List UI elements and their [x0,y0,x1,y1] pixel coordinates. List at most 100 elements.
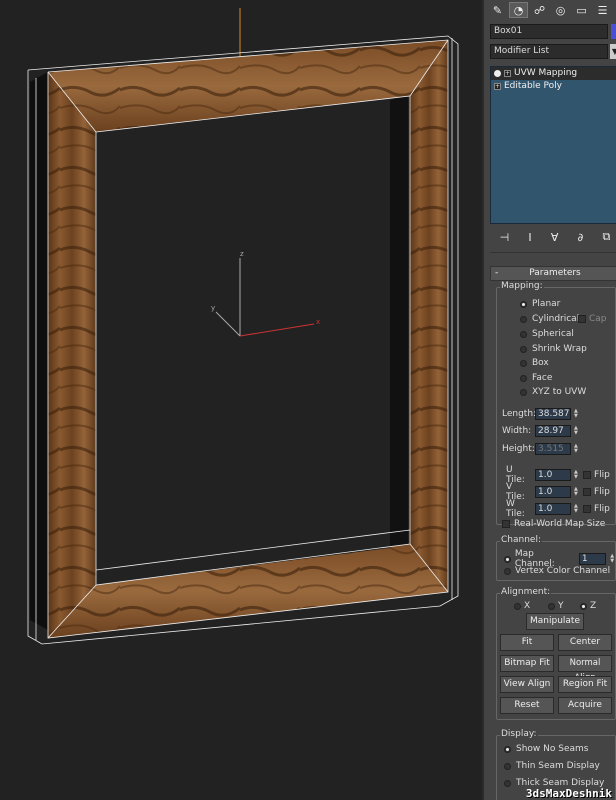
radio-dot[interactable] [520,330,527,338]
radio-label: Vertex Color Channel [515,566,611,576]
spinner-arrows-icon[interactable]: ▲ ▼ [574,444,580,454]
radio-box[interactable]: Box [520,358,549,368]
stack-item-uvw-mapping[interactable]: + UVW Mapping [491,67,616,80]
w-flip-checkbox[interactable] [583,505,591,513]
acquire-button[interactable]: Acquire [558,697,612,714]
pin-stack-icon[interactable]: ⊣ [500,231,510,244]
spinner-arrows-icon[interactable]: ▲ ▼ [574,487,580,497]
radio-dot[interactable] [520,300,527,308]
stack-toolbar: ⊣ I ∀ ∂ ⧉ [490,228,616,246]
radio-dot[interactable] [504,567,511,575]
radio-dot[interactable] [504,745,511,753]
spinner-arrows-icon[interactable]: ▲ ▼ [574,426,580,436]
channel-label: Channel: [500,535,542,545]
collapse-icon[interactable]: - [495,267,498,280]
normal-align-button[interactable]: Normal Align [558,655,612,683]
length-spinner: Length: 38.587 ▲ ▼ [502,408,580,420]
spinner-arrows-icon[interactable]: ▲ ▼ [574,504,580,514]
create-icon[interactable]: ✎ [488,2,507,18]
modifier-stack[interactable]: + UVW Mapping + Editable Poly [490,66,616,224]
object-color-swatch[interactable] [611,24,616,39]
radio-label: X [524,601,531,611]
radio-align-x[interactable]: X [514,601,530,611]
real-world-map-size-checkbox[interactable]: Real-World Map Size [502,519,605,529]
radio-dot[interactable] [504,762,511,770]
object-name-field[interactable]: Box01 [490,24,608,39]
fit-button[interactable]: Fit [500,634,554,651]
radio-label: Y [558,601,564,611]
radio-align-z[interactable]: Z [580,601,596,611]
expand-icon[interactable]: + [494,83,501,90]
radio-face[interactable]: Face [520,373,552,383]
motion-icon[interactable]: ◎ [551,2,570,18]
display-icon[interactable]: ▭ [572,2,591,18]
viewport[interactable]: z x y [0,0,482,800]
expand-icon[interactable]: + [504,70,511,77]
configure-sets-icon[interactable]: ⧉ [602,230,610,244]
region-fit-button[interactable]: Region Fit [558,676,612,693]
bitmap-fit-button[interactable]: Bitmap Fit [500,655,554,672]
map-channel-input[interactable]: 1 [578,553,607,565]
radio-planar[interactable]: Planar [520,299,560,309]
radio-cylindrical[interactable]: Cylindrical [520,314,579,324]
mapping-label: Mapping: [500,281,544,291]
u-tile-input[interactable]: 1.0 [535,469,571,481]
field-label: Height: [502,444,535,454]
spinner-arrows-icon[interactable]: ▲ ▼ [610,554,616,564]
gizmo-y-label: y [211,304,215,312]
stack-item-label: Editable Poly [504,81,562,91]
show-end-result-icon[interactable]: I [528,231,531,244]
w-tile-input[interactable]: 1.0 [535,503,571,515]
radio-vertex-color-channel[interactable]: Vertex Color Channel [504,566,610,576]
field-label: Length: [502,409,537,419]
view-align-button[interactable]: View Align [500,676,554,693]
radio-thin-seam-display[interactable]: Thin Seam Display [504,761,600,771]
radio-dot[interactable] [520,359,527,367]
u-flip-checkbox[interactable] [583,471,591,479]
radio-shrink-wrap[interactable]: Shrink Wrap [520,344,587,354]
radio-xyz-to-uvw[interactable]: XYZ to UVW [520,387,586,397]
center-button[interactable]: Center [558,634,612,651]
radio-dot[interactable] [520,315,527,323]
hierarchy-icon[interactable]: ☍ [530,2,549,18]
height-input[interactable]: 3.515 [535,443,571,455]
radio-dot[interactable] [520,374,527,382]
checkbox[interactable] [502,520,510,528]
cap-checkbox[interactable]: Cap [578,314,607,324]
radio-label: Box [532,358,549,368]
radio-dot[interactable] [520,388,527,396]
parameters-rollout-header[interactable]: - Parameters [490,266,616,281]
radio-spherical[interactable]: Spherical [520,329,574,339]
modifier-list-dropdown[interactable]: Modifier List [490,44,608,59]
spinner-arrows-icon[interactable]: ▲ ▼ [574,470,580,480]
checkbox[interactable] [578,315,586,323]
stack-item-editable-poly[interactable]: + Editable Poly [491,80,616,93]
v-tile-input[interactable]: 1.0 [535,486,571,498]
w-tile-spinner: W Tile: 1.0 ▲ ▼ Flip [506,499,610,519]
radio-dot[interactable] [580,602,587,610]
utilities-icon[interactable]: ☰ [593,2,612,18]
width-spinner: Width: 28.97 ▲ ▼ [502,425,580,437]
manipulate-button[interactable]: Manipulate [526,613,584,630]
radio-dot[interactable] [504,555,511,563]
radio-dot[interactable] [504,779,511,787]
width-input[interactable]: 28.97 [535,425,571,437]
length-input[interactable]: 38.587 [535,408,571,420]
make-unique-icon[interactable]: ∀ [551,231,559,244]
radio-dot[interactable] [520,345,527,353]
spinner-arrows-icon[interactable]: ▲ ▼ [574,409,580,419]
radio-label: Spherical [532,329,574,339]
radio-label: Show No Seams [516,744,589,754]
modify-icon[interactable]: ◔ [508,2,529,18]
flip-label: Flip [594,487,610,497]
radio-dot[interactable] [514,602,521,610]
lightbulb-icon[interactable] [494,70,501,77]
radio-dot[interactable] [548,602,555,610]
chevron-down-icon[interactable]: ▼ [610,44,616,59]
radio-show-no-seams[interactable]: Show No Seams [504,744,588,754]
remove-modifier-icon[interactable]: ∂ [578,231,584,244]
v-flip-checkbox[interactable] [583,488,591,496]
height-spinner: Height: 3.515 ▲ ▼ [502,443,580,455]
radio-align-y[interactable]: Y [548,601,564,611]
reset-button[interactable]: Reset [500,697,554,714]
